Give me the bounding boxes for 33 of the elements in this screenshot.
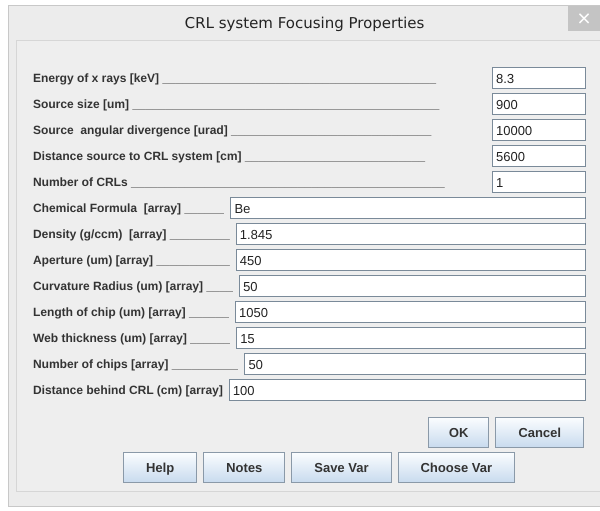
input-field[interactable]: 50 xyxy=(239,275,586,297)
input-field[interactable]: 1050 xyxy=(235,301,586,323)
field-label: Distance source to CRL system [cm] ___________________________ xyxy=(33,149,426,163)
field-label: Density (g/ccm) [array] _________ xyxy=(33,227,230,241)
input-field[interactable]: 900 xyxy=(492,93,586,115)
field-label: Chemical Formula [array] ______ xyxy=(33,201,224,215)
dialog-button[interactable]: Cancel xyxy=(495,417,584,448)
input-field[interactable]: 1 xyxy=(492,171,586,193)
input-field[interactable]: 5600 xyxy=(492,145,586,167)
field-label: Curvature Radius (um) [array] ____ xyxy=(33,279,234,293)
tool-button[interactable]: Help xyxy=(123,452,198,483)
field-label: Aperture (um) [array] ___________ xyxy=(33,253,230,267)
field-label: Length of chip (um) [array] ______ xyxy=(33,305,230,319)
field-label: Number of CRLs _______________________________________________ xyxy=(33,175,446,189)
input-field[interactable]: Be xyxy=(230,197,586,219)
field-label: Source angular divergence [urad] ______________________________ xyxy=(33,123,432,137)
window-title: CRL system Focusing Properties xyxy=(184,14,424,32)
dialog-button[interactable]: OK xyxy=(428,417,490,448)
input-field[interactable]: 1.845 xyxy=(236,223,586,245)
field-label: Distance behind CRL (cm) [array] xyxy=(33,383,223,397)
field-label: Energy of x rays [keV] _________________________________________ xyxy=(33,71,438,85)
field-label: Source size [um] ______________________________________________ xyxy=(33,97,440,111)
tool-button[interactable]: Save Var xyxy=(291,452,392,483)
input-field[interactable]: 10000 xyxy=(492,119,586,141)
tool-button[interactable]: Notes xyxy=(203,452,286,483)
input-field[interactable]: 50 xyxy=(244,353,586,375)
tool-button[interactable]: Choose Var xyxy=(398,452,516,483)
field-label: Number of chips [array] __________ xyxy=(33,357,238,371)
input-field[interactable]: 100 xyxy=(228,379,586,401)
input-field[interactable]: 15 xyxy=(236,327,586,349)
field-label: Web thickness (um) [array] ______ xyxy=(33,331,230,345)
input-field[interactable]: 450 xyxy=(236,249,586,271)
input-field[interactable]: 8.3 xyxy=(492,67,586,89)
